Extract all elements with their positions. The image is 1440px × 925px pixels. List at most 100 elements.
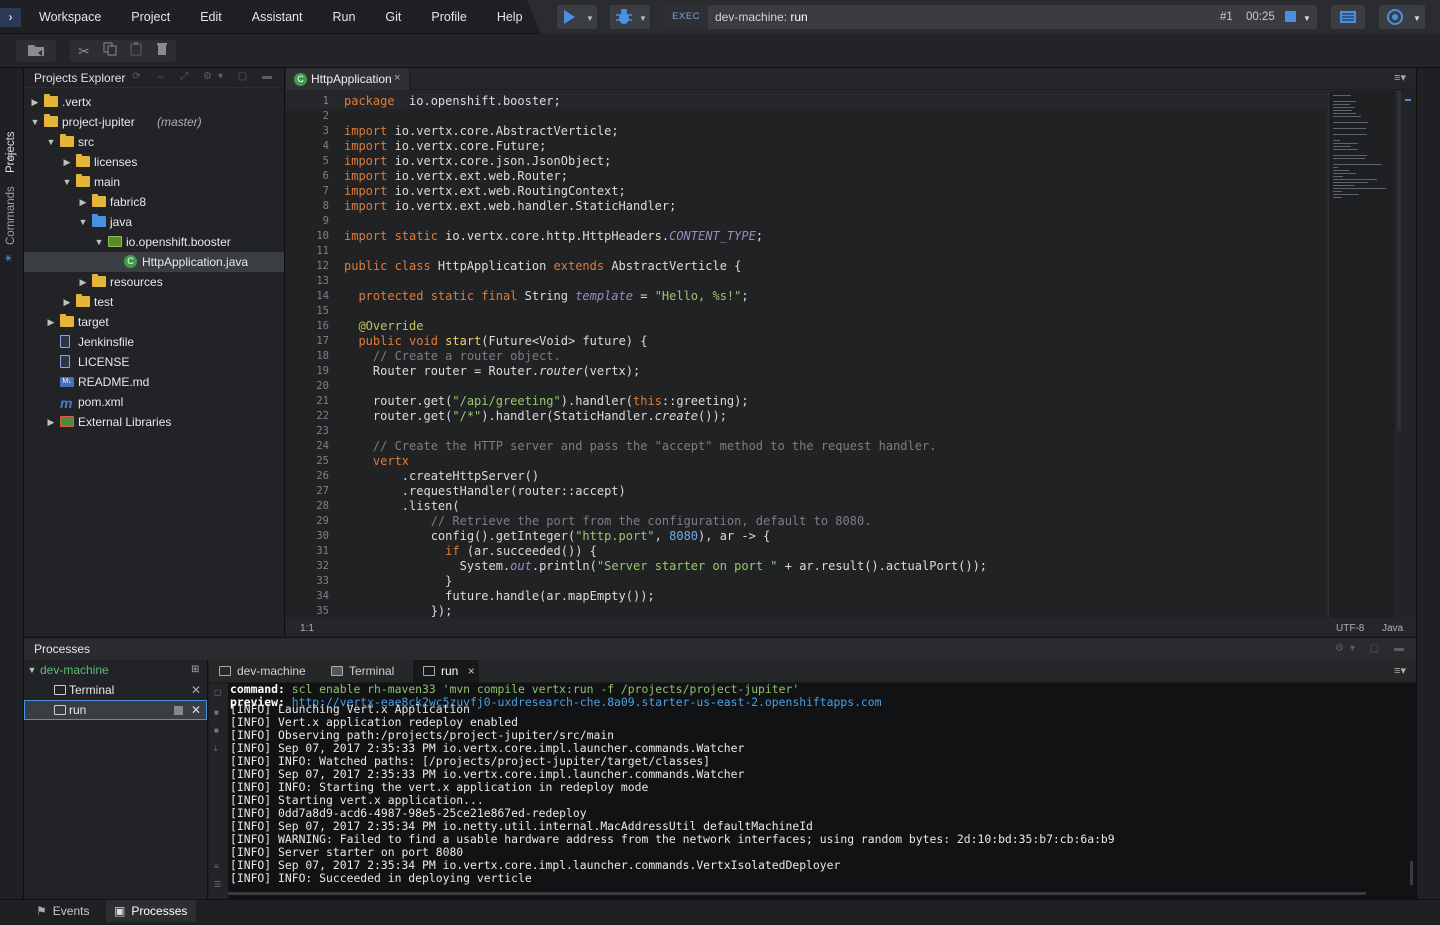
delete-icon[interactable] <box>151 41 173 61</box>
tree-item[interactable]: LICENSE <box>24 352 284 372</box>
close-icon[interactable]: × <box>394 72 400 84</box>
paste-icon[interactable] <box>125 41 147 61</box>
tree-item[interactable]: ▶ resources <box>24 272 284 292</box>
java-class-icon: C <box>294 73 307 86</box>
line-number: 23 <box>316 425 329 437</box>
chevron-right-icon[interactable]: ▶ <box>62 152 72 172</box>
tree-item[interactable]: ▼ project-jupiter (master) <box>24 112 284 132</box>
menu-git[interactable]: Git <box>370 0 416 34</box>
process-output[interactable]: command: scl enable rh-maven33 'mvn comp… <box>228 683 1416 899</box>
file-encoding[interactable]: UTF-8 <box>1336 623 1364 634</box>
console-v-scrollbar[interactable] <box>1410 861 1413 885</box>
download-icon[interactable]: ⤓ <box>214 744 223 754</box>
tree-item[interactable]: ▼ src <box>24 132 284 152</box>
tab-run[interactable]: run × <box>413 660 479 683</box>
run-button[interactable]: ▼ <box>557 5 597 29</box>
minimap[interactable] <box>1328 91 1394 618</box>
tabs-menu-icon[interactable]: ≡▾ <box>1394 664 1406 677</box>
tab-http-application[interactable]: C HttpApplication × <box>286 68 410 90</box>
tree-item[interactable]: m pom.xml <box>24 392 284 412</box>
tab-processes[interactable]: ▣ Processes <box>106 900 196 922</box>
chevron-right-icon[interactable]: ▶ <box>78 272 88 292</box>
chevron-down-icon[interactable]: ▼ <box>584 5 596 29</box>
tree-item-label: licenses <box>94 155 138 169</box>
tree-item[interactable]: M↓ README.md <box>24 372 284 392</box>
menu-assistant[interactable]: Assistant <box>237 0 318 34</box>
chevron-right-icon[interactable]: ▶ <box>62 292 72 312</box>
close-icon[interactable]: ✕ <box>191 680 201 700</box>
tree-item[interactable]: ▶ External Libraries <box>24 412 284 432</box>
menu-profile[interactable]: Profile <box>416 0 481 34</box>
folder-icon <box>92 274 106 287</box>
chevron-down-icon[interactable]: ▼ <box>637 5 649 29</box>
chevron-right-icon[interactable]: ▶ <box>78 192 88 212</box>
tree-item[interactable]: ▶ target <box>24 312 284 332</box>
chevron-down-icon[interactable]: ▼ <box>27 660 37 680</box>
tree-item[interactable]: ▼ java <box>24 212 284 232</box>
menu-project[interactable]: Project <box>116 0 185 34</box>
wrap-icon[interactable]: ■ <box>214 726 223 735</box>
folder-icon <box>76 294 90 307</box>
chevron-right-icon[interactable]: ▶ <box>46 412 56 432</box>
line-number: 35 <box>316 605 329 617</box>
chevron-down-icon[interactable]: ▼ <box>94 232 104 252</box>
code-line: 26 .createHttpServer() <box>286 469 1326 484</box>
editor-scrollbar[interactable] <box>1394 91 1416 618</box>
minimap-line <box>1333 113 1356 114</box>
tab-terminal[interactable]: Terminal <box>321 660 413 683</box>
menu-edit[interactable]: Edit <box>185 0 237 34</box>
tree-item[interactable]: Jenkinsfile <box>24 332 284 352</box>
menu-run[interactable]: Run <box>317 0 370 34</box>
minimap-line <box>1333 104 1350 105</box>
scroll-bottom-icon[interactable]: ☰ <box>214 880 223 889</box>
cut-icon[interactable]: ✂ <box>73 41 95 61</box>
tree-item[interactable]: ▶ .vertx <box>24 92 284 112</box>
processes-list-button[interactable] <box>1331 5 1365 29</box>
new-terminal-icon[interactable]: ⊞ <box>191 660 199 680</box>
tab-dev-machine[interactable]: dev-machine <box>209 660 319 683</box>
scrollbar-thumb[interactable] <box>1397 91 1401 431</box>
stop-icon[interactable] <box>1285 11 1296 22</box>
tree-item[interactable]: C HttpApplication.java <box>24 252 284 272</box>
code-area[interactable]: 1 package io.openshift.booster; 2 3 import i… <box>286 94 1326 618</box>
chevron-right-icon[interactable]: ▶ <box>46 312 56 332</box>
tab-events[interactable]: ⚑ Events <box>28 900 102 922</box>
tab-commands[interactable]: Commands <box>0 183 24 273</box>
code-text: .requestHandler(router::accept) <box>344 484 626 499</box>
process-run[interactable]: run ✕ <box>24 700 207 720</box>
tab-label: Terminal <box>349 664 395 678</box>
debug-button[interactable]: ▼ <box>610 5 650 29</box>
stop-output-icon[interactable]: ■ <box>214 708 223 717</box>
chevron-down-icon[interactable]: ▼ <box>1301 5 1313 29</box>
processes-header-icons[interactable]: ⚙▾ ▢ ▬ <box>1335 643 1410 654</box>
machine-row[interactable]: ▼ dev-machine ⊞ <box>24 660 207 680</box>
copy-icon[interactable] <box>99 41 121 61</box>
tree-item[interactable]: ▼ io.openshift.booster <box>24 232 284 252</box>
close-icon[interactable]: × <box>468 664 475 678</box>
che-logo-icon[interactable]: › <box>0 8 21 27</box>
stop-icon[interactable] <box>174 706 183 715</box>
workspace-status-button[interactable]: ▼ <box>1379 5 1425 29</box>
command-execution-bar[interactable]: EXEC dev-machine: run #1 00:25 ▼ <box>664 5 1317 29</box>
scroll-lock-icon[interactable]: ≡ <box>214 862 223 871</box>
new-folder-icon[interactable] <box>25 41 47 61</box>
chevron-down-icon[interactable]: ▼ <box>1411 5 1423 29</box>
explorer-header-icons[interactable]: ⟳ ⇔ ⤢ ⚙▾ ▢ ▬ <box>132 71 278 82</box>
clear-icon[interactable]: ▢ <box>214 688 223 697</box>
console-h-scrollbar[interactable] <box>228 892 1366 895</box>
process-terminal[interactable]: Terminal ✕ <box>24 680 207 700</box>
chevron-down-icon[interactable]: ▼ <box>30 112 40 132</box>
chevron-down-icon[interactable]: ▼ <box>78 212 88 232</box>
tree-item[interactable]: ▶ licenses <box>24 152 284 172</box>
tree-item[interactable]: ▶ test <box>24 292 284 312</box>
tree-item[interactable]: ▼ main <box>24 172 284 192</box>
chevron-down-icon[interactable]: ▼ <box>46 132 56 152</box>
tree-item[interactable]: ▶ fabric8 <box>24 192 284 212</box>
chevron-down-icon[interactable]: ▼ <box>62 172 72 192</box>
close-icon[interactable]: ✕ <box>191 700 201 720</box>
code-token: router.get( <box>344 394 453 408</box>
tab-projects[interactable]: Projects <box>0 98 24 178</box>
editor-menu-icon[interactable]: ≡▾ <box>1394 71 1406 84</box>
menu-workspace[interactable]: Workspace <box>24 0 116 34</box>
chevron-right-icon[interactable]: ▶ <box>30 92 40 112</box>
